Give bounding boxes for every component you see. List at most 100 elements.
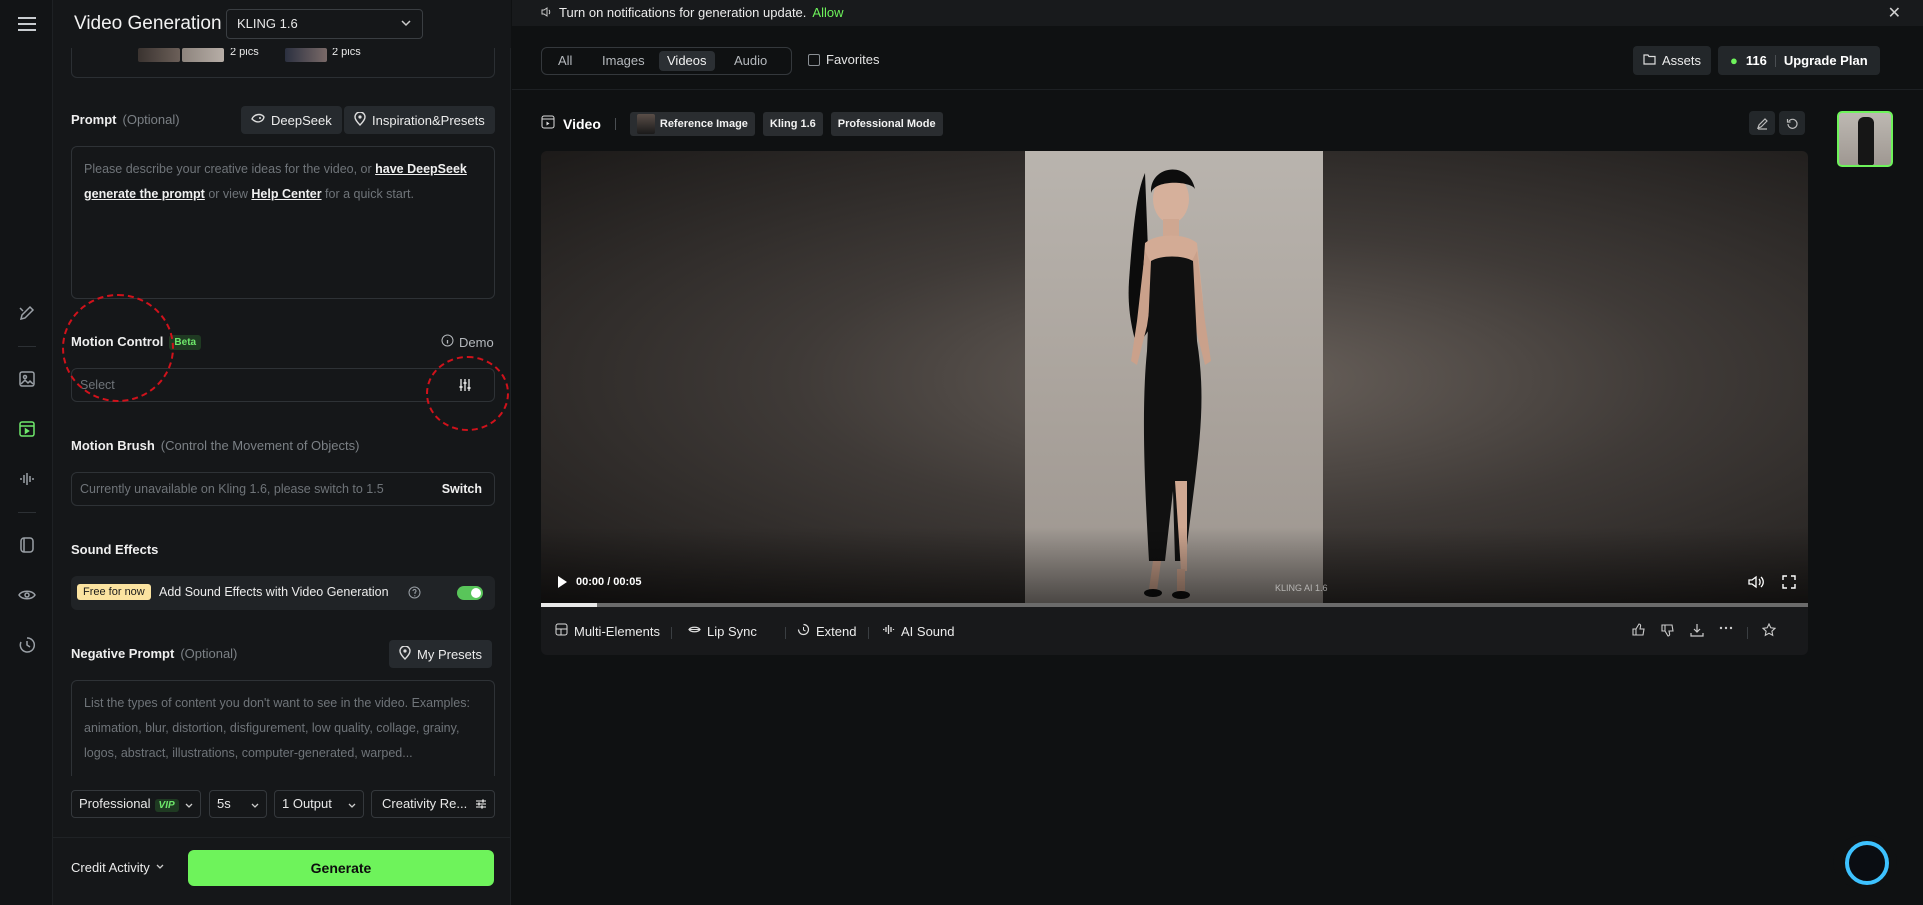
vip-badge: VIP <box>154 799 179 812</box>
credits-count: 116 <box>1745 53 1767 68</box>
multi-elements-button[interactable]: Multi-Elements <box>555 623 660 639</box>
switch-button[interactable]: Switch <box>442 482 482 496</box>
demo-link[interactable]: Demo <box>441 334 494 350</box>
chevron-down-icon <box>155 860 165 875</box>
fullscreen-icon[interactable] <box>1782 575 1796 594</box>
watermark: KLING AI 1.6 <box>1275 583 1328 593</box>
help-icon[interactable] <box>408 586 421 604</box>
play-icon[interactable] <box>555 575 569 594</box>
multi-elements-icon <box>555 623 568 639</box>
motion-brush-label: Motion Brush (Control the Movement of Obj… <box>71 438 360 453</box>
folder-icon <box>1643 53 1656 68</box>
help-center-link[interactable]: Help Center <box>251 187 321 201</box>
reference-thumb[interactable] <box>138 48 180 62</box>
annotation-circle <box>426 356 509 431</box>
tab-all[interactable]: All <box>550 51 580 71</box>
generation-panel: Video Generation KLING 1.6 2 pics 2 pics… <box>53 0 511 905</box>
chat-icon <box>1845 841 1889 885</box>
reference-thumb[interactable] <box>182 48 224 62</box>
thumbs-up-icon[interactable] <box>1632 623 1646 642</box>
history-icon[interactable] <box>15 633 39 657</box>
pin-icon <box>354 110 366 129</box>
free-badge: Free for now <box>77 584 151 600</box>
favorites-filter[interactable]: Favorites <box>808 52 879 67</box>
duration-select[interactable]: 5s <box>209 790 267 818</box>
video-time: 00:00 / 00:05 <box>576 576 642 588</box>
allow-link[interactable]: Allow <box>812 5 843 20</box>
close-icon[interactable]: ✕ <box>1888 3 1901 23</box>
beta-badge: Beta <box>169 335 202 351</box>
model-tag: Kling 1.6 <box>762 112 823 136</box>
sound-effects-toggle[interactable] <box>457 586 483 600</box>
info-icon <box>441 334 454 350</box>
mode-select[interactable]: Professional VIP <box>71 790 201 818</box>
chevron-down-icon <box>184 799 194 814</box>
video-header: Video Reference Image Kling 1.6 Professi… <box>541 111 943 137</box>
support-chat-button[interactable] <box>1833 835 1897 889</box>
outputs-select[interactable]: 1 Output <box>274 790 364 818</box>
lip-sync-button[interactable]: Lip Sync <box>688 623 757 639</box>
audio-icon[interactable] <box>15 467 39 491</box>
reference-thumb[interactable] <box>285 48 327 62</box>
deepseek-generate-link-2[interactable]: generate the prompt <box>84 187 205 201</box>
more-icon[interactable] <box>1719 621 1733 640</box>
upgrade-plan-button[interactable]: ● 116 Upgrade Plan <box>1718 46 1880 75</box>
creativity-select[interactable]: Creativity Re... <box>371 790 495 818</box>
lips-icon <box>688 623 701 639</box>
panel-footer: Credit Activity Generate <box>53 837 511 905</box>
credit-activity-dropdown[interactable]: Credit Activity <box>71 860 165 875</box>
assets-button[interactable]: Assets <box>1633 46 1712 75</box>
model-select-value: KLING 1.6 <box>237 16 298 31</box>
ai-sound-button[interactable]: AI Sound <box>882 623 955 639</box>
motion-brush-field: Currently unavailable on Kling 1.6, plea… <box>71 472 495 506</box>
tab-videos[interactable]: Videos <box>659 51 715 71</box>
prompt-input[interactable]: Please describe your creative ideas for … <box>71 146 495 299</box>
thumbs-down-icon[interactable] <box>1661 623 1675 642</box>
star-icon[interactable] <box>1761 622 1777 642</box>
speaker-icon <box>541 6 553 21</box>
negative-prompt-input[interactable]: List the types of content you don't want… <box>71 680 495 776</box>
download-icon[interactable] <box>1690 623 1704 642</box>
inspiration-presets-button[interactable]: Inspiration&Presets <box>344 106 495 134</box>
library-icon[interactable] <box>15 533 39 557</box>
tab-audio[interactable]: Audio <box>726 51 775 71</box>
credits-icon: ● <box>1730 53 1738 68</box>
menu-icon[interactable] <box>15 12 39 36</box>
page-title: Video Generation <box>74 13 222 34</box>
notification-text: Turn on notifications for generation upd… <box>559 5 807 20</box>
reference-image-tag: Reference Image <box>629 112 755 136</box>
extend-button[interactable]: Extend <box>797 623 856 639</box>
chevron-down-icon <box>400 17 412 32</box>
regenerate-icon[interactable] <box>1779 111 1805 135</box>
deepseek-button[interactable]: DeepSeek <box>241 106 342 134</box>
deepseek-icon <box>251 112 265 129</box>
media-tabs: All Images Videos Audio <box>541 47 792 75</box>
sound-wave-icon <box>882 623 895 639</box>
icon-rail <box>0 0 53 905</box>
favorites-checkbox[interactable] <box>808 53 820 66</box>
image-icon[interactable] <box>15 367 39 391</box>
prompt-label: Prompt (Optional) <box>71 112 180 127</box>
video-icon[interactable] <box>15 417 39 441</box>
chevron-down-icon <box>347 799 357 814</box>
generate-button[interactable]: Generate <box>188 850 494 886</box>
my-presets-button[interactable]: My Presets <box>389 640 493 668</box>
notification-banner: Turn on notifications for generation upd… <box>512 0 1923 26</box>
brush-icon[interactable] <box>15 301 39 325</box>
model-select[interactable]: KLING 1.6 <box>226 9 423 39</box>
app: Video Generation KLING 1.6 2 pics 2 pics… <box>0 0 1923 905</box>
edit-icon[interactable] <box>1749 111 1775 135</box>
sound-effects-row: Free for now Add Sound Effects with Vide… <box>71 576 495 610</box>
video-actions-bar: Multi-Elements Lip Sync Extend AI Sound <box>541 607 1808 655</box>
eye-icon[interactable] <box>15 583 39 607</box>
annotation-circle <box>62 294 174 402</box>
history-thumbnail[interactable] <box>1837 111 1893 167</box>
mode-tag: Professional Mode <box>830 112 943 136</box>
video-player[interactable]: 00:00 / 00:05 KLING AI 1.6 <box>541 151 1808 607</box>
video-title: Video <box>563 116 601 132</box>
deepseek-generate-link[interactable]: have DeepSeek <box>375 162 467 176</box>
sound-effects-label: Sound Effects <box>71 542 159 557</box>
volume-icon[interactable] <box>1748 575 1764 594</box>
reference-thumb <box>636 114 655 134</box>
tab-images[interactable]: Images <box>594 51 653 71</box>
